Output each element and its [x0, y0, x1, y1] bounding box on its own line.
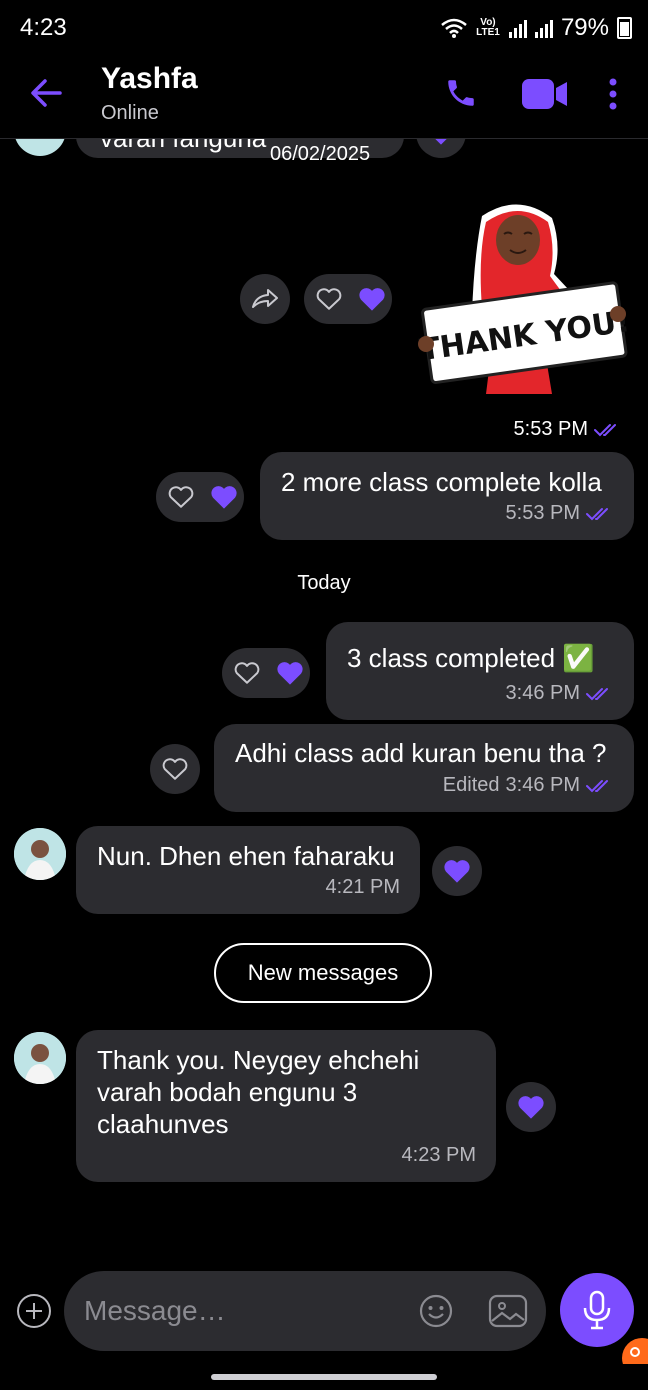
message-text: Thank you. Neygey ehchehi varah bodah en…: [97, 1045, 420, 1139]
message-2-reactions[interactable]: [222, 648, 310, 698]
heart-filled-icon: [444, 860, 470, 883]
message-meta: 4:21 PM: [326, 876, 400, 899]
message-meta: Edited 3:46 PM: [443, 774, 614, 797]
message-text: 2 more class complete kolla: [281, 467, 602, 497]
double-check-icon: [586, 507, 608, 520]
gallery-icon[interactable]: [488, 1293, 528, 1329]
message-2-bubble[interactable]: 3 class completed ✅ 3:46 PM: [326, 622, 634, 720]
message-3-reaction[interactable]: [150, 744, 200, 794]
message-time: 5:53 PM: [505, 502, 580, 524]
edited-label: Edited: [442, 774, 500, 796]
double-check-icon: [586, 779, 608, 792]
thank-you-sticker[interactable]: THANK YOU!: [412, 196, 632, 400]
microphone-icon: [583, 1290, 611, 1330]
heart-outline-icon: [234, 662, 260, 684]
message-time: 4:23 PM: [401, 1144, 476, 1166]
battery-percent: 79%: [560, 14, 609, 41]
wifi-icon: [441, 18, 467, 38]
heart-filled-icon: [277, 662, 303, 685]
date-separator: Today: [297, 572, 351, 594]
message-time: 3:46 PM: [505, 682, 580, 704]
volte-indicator: Vo) LTE1: [476, 17, 500, 38]
more-options-icon[interactable]: [606, 78, 620, 110]
message-input[interactable]: Message…: [64, 1271, 546, 1351]
message-4-bubble[interactable]: Nun. Dhen ehen faharaku 4:21 PM: [76, 826, 420, 914]
contact-status: Online: [101, 102, 159, 124]
message-time: 3:46 PM: [505, 774, 580, 796]
add-attachment-icon[interactable]: [16, 1293, 52, 1329]
forward-icon: [252, 289, 278, 308]
message-4-reaction[interactable]: [432, 846, 482, 896]
message-placeholder: Message…: [84, 1295, 226, 1326]
sticker-reactions[interactable]: [304, 274, 392, 324]
message-5-reaction[interactable]: [506, 1082, 556, 1132]
status-icons: Vo) LTE1 79%: [441, 14, 632, 42]
forward-button[interactable]: [240, 274, 290, 324]
message-time: 4:21 PM: [325, 876, 400, 898]
sticker-meta: 5:53 PM: [514, 418, 622, 441]
heart-outline-icon: [168, 486, 194, 508]
signal-icon-1: [508, 18, 527, 38]
contact-name[interactable]: Yashfa: [101, 62, 198, 96]
sticker-time: 5:53 PM: [513, 418, 588, 440]
emoji-icon[interactable]: [418, 1293, 454, 1329]
phone-call-icon[interactable]: [444, 76, 478, 110]
signal-icon-2: [534, 18, 553, 38]
message-3-bubble[interactable]: Adhi class add kuran benu tha ? Edited 3…: [214, 724, 634, 812]
heart-filled-icon: [359, 288, 385, 311]
message-meta: 3:46 PM: [506, 682, 614, 705]
chat-header: Yashfa Online: [0, 52, 648, 139]
message-text: Adhi class add kuran benu tha ?: [235, 738, 607, 768]
double-check-icon: [586, 687, 608, 700]
heart-outline-icon: [162, 758, 188, 780]
message-text: Nun. Dhen ehen faharaku: [97, 841, 395, 871]
heart-filled-icon: [518, 1096, 544, 1119]
video-call-icon[interactable]: [522, 78, 568, 110]
message-text: 3 class completed ✅: [347, 643, 595, 673]
date-overlay: 06/02/2025: [270, 143, 371, 165]
avatar[interactable]: [14, 1032, 66, 1084]
avatar[interactable]: [14, 828, 66, 880]
heart-filled-icon: [211, 486, 237, 509]
message-1-reactions[interactable]: [156, 472, 244, 522]
battery-icon: [617, 17, 632, 39]
message-5-bubble[interactable]: Thank you. Neygey ehchehi varah bodah en…: [76, 1030, 496, 1182]
home-indicator[interactable]: [211, 1374, 437, 1380]
back-arrow-icon[interactable]: [30, 78, 62, 108]
double-check-icon: [594, 423, 616, 436]
avatar-photo: [14, 1032, 66, 1084]
floating-badge-icon[interactable]: [620, 1336, 648, 1364]
heart-outline-icon: [316, 288, 342, 310]
message-1-bubble[interactable]: 2 more class complete kolla 5:53 PM: [260, 452, 634, 540]
message-meta: 5:53 PM: [506, 502, 614, 525]
status-time: 4:23: [20, 14, 67, 41]
message-meta: 4:23 PM: [402, 1144, 476, 1167]
new-messages-button[interactable]: New messages: [214, 943, 432, 1003]
avatar-photo: [14, 828, 66, 880]
